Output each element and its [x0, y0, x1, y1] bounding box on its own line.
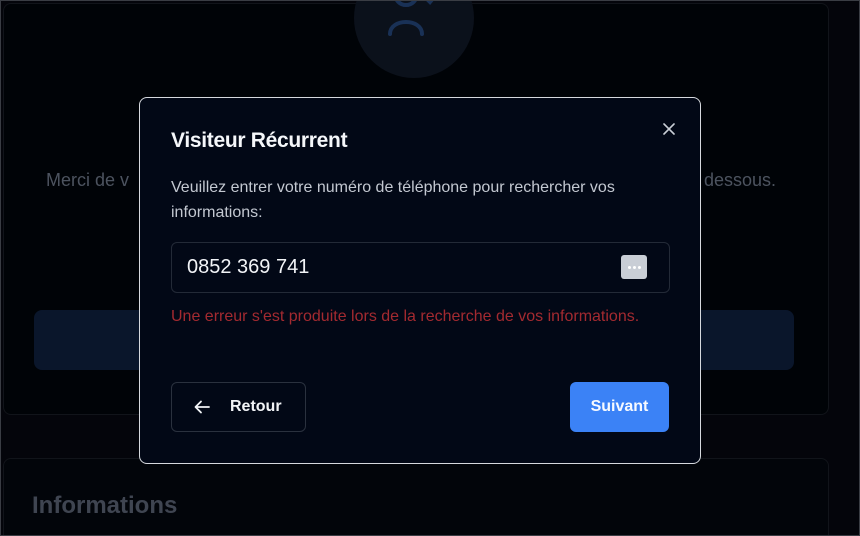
window-border [0, 0, 860, 536]
page: Merci de v dessous. Informations Visiteu… [0, 0, 860, 536]
